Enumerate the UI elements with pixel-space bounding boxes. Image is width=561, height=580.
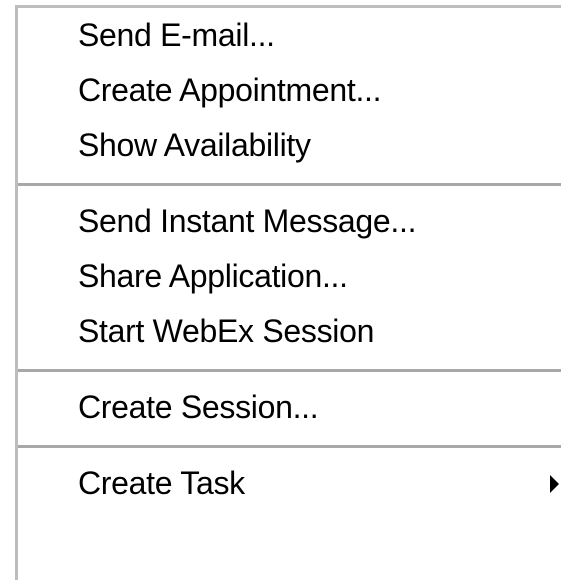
menu-item-show-availability[interactable]: Show Availability — [18, 118, 561, 173]
menu-item-send-email[interactable]: Send E-mail... — [18, 8, 561, 63]
menu-separator — [18, 183, 561, 186]
menu-group-session: Create Session... — [18, 380, 561, 435]
menu-item-share-application[interactable]: Share Application... — [18, 249, 561, 304]
menu-group-communication: Send E-mail... Create Appointment... Sho… — [18, 8, 561, 173]
menu-group-collaboration: Send Instant Message... Share Applicatio… — [18, 194, 561, 359]
menu-separator — [18, 445, 561, 448]
menu-item-create-task[interactable]: Create Task — [18, 456, 561, 511]
menu-item-create-session[interactable]: Create Session... — [18, 380, 561, 435]
menu-separator — [18, 369, 561, 372]
triangle-right-icon — [550, 474, 559, 493]
menu-group-task: Create Task — [18, 456, 561, 511]
menu-item-send-instant-message[interactable]: Send Instant Message... — [18, 194, 561, 249]
menu-item-label: Create Task — [78, 465, 245, 501]
context-menu: Send E-mail... Create Appointment... Sho… — [15, 5, 561, 580]
menu-item-create-appointment[interactable]: Create Appointment... — [18, 63, 561, 118]
menu-item-start-webex-session[interactable]: Start WebEx Session — [18, 304, 561, 359]
